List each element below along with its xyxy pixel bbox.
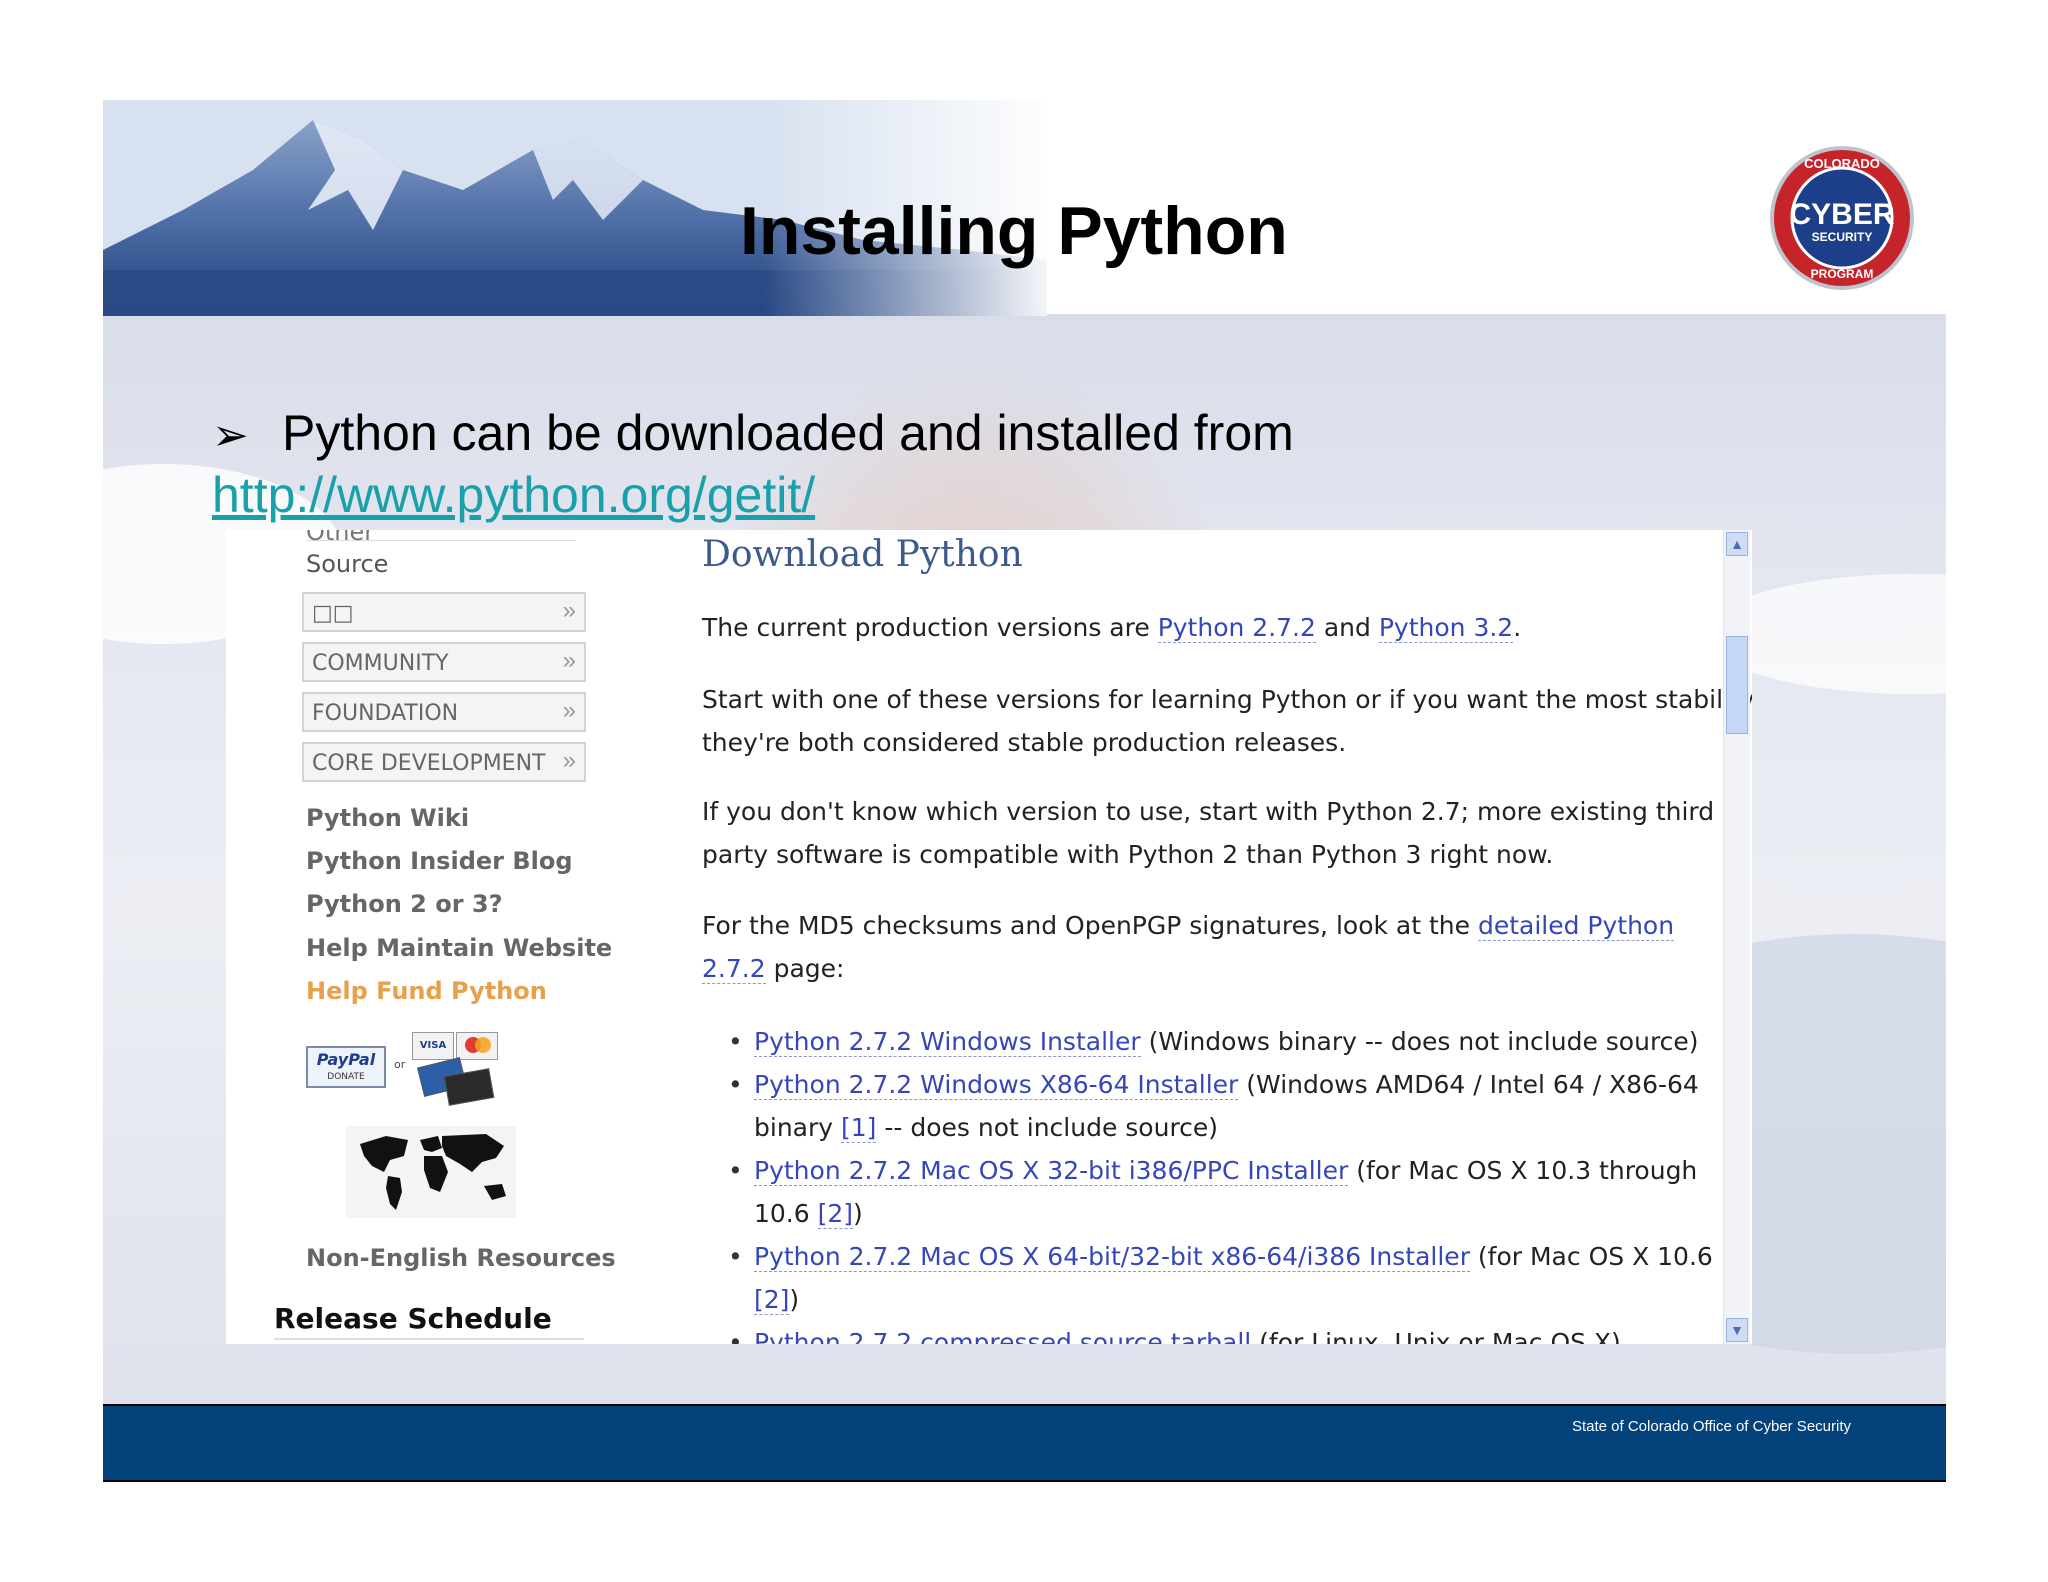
link-python-272[interactable]: Python 2.7.2 [1157, 613, 1316, 643]
world-map-icon[interactable] [346, 1126, 516, 1218]
link-source-tarball[interactable]: Python 2.7.2 compressed source tarball [754, 1328, 1252, 1344]
menu-label: □□ [312, 601, 354, 626]
text: (for Linux, Unix or Mac OS X) [1251, 1328, 1621, 1344]
text: The current production versions are [702, 613, 1158, 642]
list-item: Python 2.7.2 Mac OS X 64-bit/32-bit x86-… [728, 1235, 1713, 1321]
text: page: [765, 954, 845, 983]
sidebar-menu-core-development[interactable]: CORE DEVELOPMENT » [302, 742, 586, 782]
text: -- does not include source) [876, 1113, 1219, 1142]
sidebar-menu-unknown[interactable]: □□ » [302, 592, 586, 632]
sidebar-link-python-wiki[interactable]: Python Wiki [306, 804, 469, 832]
bullet-point: ➢ Python can be downloaded and installed … [212, 404, 1294, 462]
menu-label: CORE DEVELOPMENT [312, 751, 546, 776]
link-detailed-python-272[interactable]: 2.7.2 [702, 954, 766, 984]
text: 10.6 [754, 1199, 818, 1228]
sidebar-menu-community[interactable]: COMMUNITY » [302, 642, 586, 682]
visa-card: VISA [412, 1032, 454, 1060]
scroll-up-icon[interactable]: ▲ [1726, 532, 1748, 556]
paypal-donate-button[interactable]: PayPal DONATE [306, 1046, 386, 1088]
link-detailed-python[interactable]: detailed Python [1477, 911, 1675, 941]
download-list: Python 2.7.2 Windows Installer (Windows … [728, 1020, 1713, 1344]
text: (for Mac OS X 10.3 through [1348, 1156, 1698, 1185]
list-item: Python 2.7.2 Mac OS X 32-bit i386/PPC In… [728, 1149, 1713, 1235]
paragraph-production-versions: The current production versions are Pyth… [702, 606, 1521, 649]
or-text: or [394, 1058, 406, 1071]
scroll-down-icon[interactable]: ▼ [1726, 1318, 1748, 1342]
footnote-link-2[interactable]: [2] [754, 1285, 790, 1315]
text: binary [754, 1113, 841, 1142]
footnote-link-1[interactable]: [1] [841, 1113, 877, 1143]
paragraph-which-version: If you don't know which version to use, … [702, 790, 1714, 876]
text: ) [789, 1285, 800, 1314]
sidebar-link-non-english-resources[interactable]: Non-English Resources [306, 1244, 616, 1272]
chevron-right-icon: » [562, 647, 576, 674]
menu-label: FOUNDATION [312, 701, 459, 726]
release-schedule-heading: Release Schedule [274, 1302, 552, 1335]
text-line: party software is compatible with Python… [702, 840, 1554, 869]
paypal-donate-label: DONATE [327, 1072, 365, 1082]
paypal-label: PayPal [316, 1050, 376, 1069]
text-line: If you don't know which version to use, … [702, 797, 1715, 826]
python-download-url[interactable]: http://www.python.org/getit/ [212, 466, 815, 524]
download-python-heading: Download Python [702, 534, 1023, 575]
credit-cards-icon: VISA [412, 1032, 498, 1108]
link-mac-64bit-installer[interactable]: Python 2.7.2 Mac OS X 64-bit/32-bit x86-… [754, 1242, 1470, 1272]
sidebar-link-help-maintain-website[interactable]: Help Maintain Website [306, 934, 612, 962]
sidebar-link-python-2-or-3[interactable]: Python 2 or 3? [306, 890, 503, 918]
svg-text:CYBER: CYBER [1789, 198, 1894, 231]
sidebar-link-python-insider-blog[interactable]: Python Insider Blog [306, 847, 573, 875]
mastercard-card [456, 1032, 498, 1060]
list-item: Python 2.7.2 compressed source tarball (… [728, 1321, 1713, 1344]
bullet-arrow-icon: ➢ [212, 411, 249, 460]
sidebar-link-other[interactable]: Other [306, 530, 374, 546]
chevron-right-icon: » [562, 597, 576, 624]
discover-card [443, 1068, 495, 1106]
text: . [1513, 613, 1522, 642]
link-python-32[interactable]: Python 3.2 [1378, 613, 1514, 643]
slide-title: Installing Python [740, 193, 1288, 269]
website-sidebar: Other Source □□ » COMMUNITY » FOUNDATION… [226, 530, 626, 1344]
menu-label: COMMUNITY [312, 651, 449, 676]
chevron-right-icon: » [562, 697, 576, 724]
text: and [1315, 613, 1379, 642]
link-windows-x86-64-installer[interactable]: Python 2.7.2 Windows X86-64 Installer [754, 1070, 1239, 1100]
link-mac-32bit-installer[interactable]: Python 2.7.2 Mac OS X 32-bit i386/PPC In… [754, 1156, 1349, 1186]
sidebar-divider-bottom [274, 1338, 584, 1340]
text: (Windows binary -- does not include sour… [1140, 1027, 1699, 1056]
paragraph-checksums: For the MD5 checksums and OpenPGP signat… [702, 904, 1675, 990]
bullet-text: Python can be downloaded and installed f… [282, 405, 1294, 461]
vertical-scrollbar[interactable]: ▲ ▼ [1723, 530, 1750, 1344]
list-item: Python 2.7.2 Windows Installer (Windows … [728, 1020, 1713, 1063]
sidebar-link-help-fund-python[interactable]: Help Fund Python [306, 977, 547, 1005]
sidebar-link-source[interactable]: Source [306, 550, 388, 578]
text-line: they're both considered stable productio… [702, 728, 1347, 757]
list-item: Python 2.7.2 Windows X86-64 Installer (W… [728, 1063, 1713, 1149]
scrollbar-thumb[interactable] [1726, 636, 1748, 734]
colorado-cyber-security-logo: COLORADO CYBER SECURITY PROGRAM [1768, 144, 1916, 292]
paragraph-stability: Start with one of these versions for lea… [702, 678, 1752, 764]
sidebar-menu-foundation[interactable]: FOUNDATION » [302, 692, 586, 732]
svg-text:COLORADO: COLORADO [1804, 156, 1880, 171]
footnote-link-2[interactable]: [2] [817, 1199, 854, 1229]
text: (for Mac OS X 10.6 [1469, 1242, 1713, 1271]
chevron-right-icon: » [562, 747, 576, 774]
slide-footer: State of Colorado Office of Cyber Securi… [103, 1404, 1946, 1482]
svg-text:PROGRAM: PROGRAM [1811, 267, 1874, 281]
text: ) [853, 1199, 863, 1228]
text: (Windows AMD64 / Intel 64 / X86-64 [1238, 1070, 1699, 1099]
svg-text:SECURITY: SECURITY [1812, 230, 1873, 244]
text: For the MD5 checksums and OpenPGP signat… [702, 911, 1478, 940]
text-line: Start with one of these versions for lea… [702, 685, 1752, 714]
link-windows-installer[interactable]: Python 2.7.2 Windows Installer [754, 1027, 1141, 1057]
footer-text: State of Colorado Office of Cyber Securi… [1571, 1418, 1851, 1435]
python-website-screenshot: Other Source □□ » COMMUNITY » FOUNDATION… [226, 530, 1752, 1344]
